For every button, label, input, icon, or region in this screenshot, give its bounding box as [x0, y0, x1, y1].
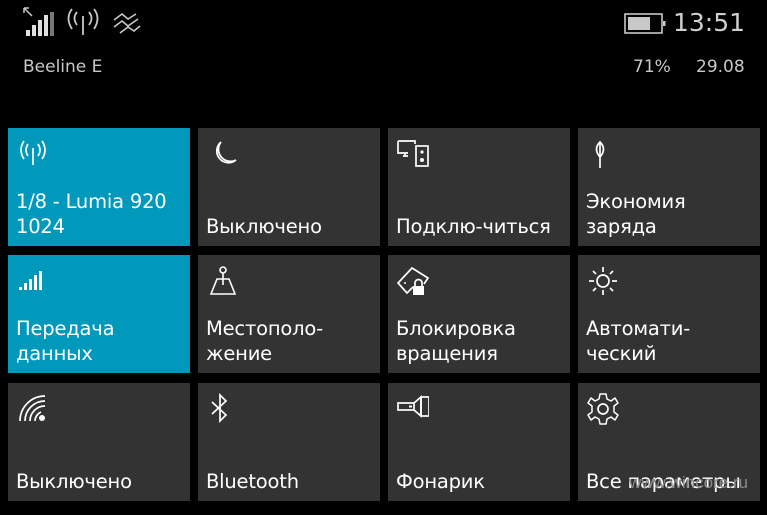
tile-wifi[interactable]: Выключено — [8, 383, 190, 501]
hotspot-icon — [67, 8, 99, 35]
tile-label: Передача данных — [16, 317, 115, 365]
tile-bluetooth[interactable]: Bluetooth — [198, 383, 380, 501]
clock-time: 13:51 — [672, 8, 745, 37]
tile-rotation-lock[interactable]: Блокировка вращения — [388, 255, 570, 373]
location-icon — [209, 266, 237, 295]
tile-location[interactable]: Местополо- жение — [198, 255, 380, 373]
brightness-icon — [589, 267, 617, 295]
tile-brightness[interactable]: Автомати- ческий — [578, 255, 760, 373]
tile-quiet-hours[interactable]: Выключено — [198, 128, 380, 246]
bluetooth-icon — [211, 393, 228, 424]
tile-label: Выключено — [206, 215, 322, 238]
tile-label: Подклю-читься — [396, 215, 551, 238]
project-screen-icon — [397, 140, 429, 167]
tile-label: Блокировка вращения — [396, 317, 516, 365]
wifi-icon — [19, 395, 46, 422]
tile-label: Автомати- ческий — [586, 317, 691, 365]
rotation-lock-icon — [397, 266, 429, 295]
tile-label: Местополо- жение — [206, 317, 323, 365]
tile-label: Фонарик — [396, 470, 485, 493]
quick-actions-grid: 1/8 - Lumia 920 1024 Выключено Подклю-чи… — [8, 128, 760, 502]
tile-cellular-data[interactable]: Передача данных — [8, 255, 190, 373]
hotspot-icon — [20, 140, 46, 165]
tile-label: Выключено — [16, 470, 132, 493]
tile-battery-saver[interactable]: Экономия заряда — [578, 128, 760, 246]
cellular-data-icon — [19, 271, 42, 290]
settings-gear-icon — [587, 393, 619, 425]
flashlight-icon — [397, 395, 429, 418]
carrier-name: Beeline E — [23, 57, 103, 77]
tile-flashlight[interactable]: Фонарик — [388, 383, 570, 501]
battery-icon — [624, 13, 666, 34]
tile-all-settings[interactable]: Все параметры www.wincore.ru — [578, 383, 760, 501]
moon-icon — [215, 141, 237, 164]
tile-label: 1/8 - Lumia 920 1024 — [16, 190, 167, 238]
tile-mobile-hotspot[interactable]: 1/8 - Lumia 920 1024 — [8, 128, 190, 246]
status-bar: Beeline E 13:51 71% 29.08 — [0, 0, 767, 120]
tile-connect[interactable]: Подклю-читься — [388, 128, 570, 246]
signal-strength-icon — [26, 12, 54, 36]
tile-label: Экономия заряда — [586, 190, 686, 238]
tile-label: Bluetooth — [206, 470, 299, 493]
battery-saver-leaf-icon — [595, 140, 605, 168]
battery-percent: 71% — [633, 57, 671, 77]
vibrate-icon — [113, 12, 141, 34]
watermark: www.wincore.ru — [628, 473, 748, 492]
date: 29.08 — [696, 57, 745, 77]
